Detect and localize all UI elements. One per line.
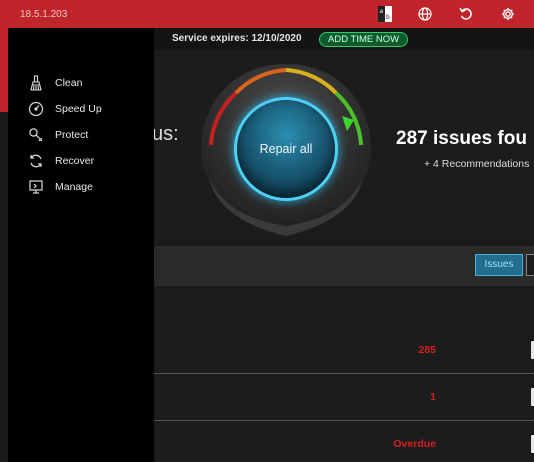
sidebar-item-label: Recover [55, 155, 95, 167]
sidebar-item-label: Manage [55, 181, 93, 193]
repair-all-label: Repair all [259, 142, 313, 156]
tab-next[interactable] [526, 254, 534, 276]
row-value: Overdue [393, 438, 436, 450]
service-bar: Service expires: 12/10/2020 ADD TIME NOW [154, 28, 534, 50]
svg-text:b: b [386, 14, 390, 21]
monitor-icon [26, 177, 46, 197]
service-expires-text: Service expires: 12/10/2020 [172, 33, 302, 44]
gear-icon[interactable] [499, 5, 517, 23]
speedometer-icon [26, 99, 46, 119]
sidebar-item-protect[interactable]: Protect [26, 125, 146, 145]
issues-count-title: 287 issues fou [396, 128, 527, 149]
title-bar: 18.5.1.203 a b [0, 0, 534, 28]
sidebar: Clean Speed Up Protect Recover Manage [8, 28, 154, 462]
sidebar-item-clean[interactable]: Clean [26, 73, 146, 93]
repair-all-button[interactable]: Repair all [237, 100, 335, 198]
wrench-icon [26, 125, 46, 145]
add-time-button[interactable]: ADD TIME NOW [319, 32, 409, 47]
version-label: 18.5.1.203 [20, 9, 68, 20]
broom-icon [26, 73, 46, 93]
refresh-icon [26, 151, 46, 171]
row-value: 285 [418, 344, 436, 356]
globe-icon[interactable] [416, 5, 434, 23]
tab-issues[interactable]: Issues [475, 254, 523, 276]
recommendations-text: + 4 Recommendations [424, 158, 530, 170]
status-label: us: [154, 123, 179, 145]
sidebar-item-label: Speed Up [55, 103, 102, 115]
table-row: 285 [154, 327, 534, 373]
main-panel: Service expires: 12/10/2020 ADD TIME NOW… [154, 28, 534, 462]
svg-text:a: a [380, 8, 384, 15]
translate-icon[interactable]: a b [376, 5, 394, 23]
tab-bar: Issues [154, 246, 534, 286]
row-value: 1 [430, 391, 436, 403]
sidebar-item-label: Clean [55, 77, 83, 89]
table-row: Overdue [154, 421, 534, 462]
accent-strip [0, 28, 8, 112]
table-row: 1 [154, 374, 534, 420]
sidebar-item-speed-up[interactable]: Speed Up [26, 99, 146, 119]
sidebar-item-recover[interactable]: Recover [26, 151, 146, 171]
undo-icon[interactable] [457, 5, 475, 23]
sidebar-item-label: Protect [55, 129, 89, 141]
sidebar-item-manage[interactable]: Manage [26, 177, 146, 197]
